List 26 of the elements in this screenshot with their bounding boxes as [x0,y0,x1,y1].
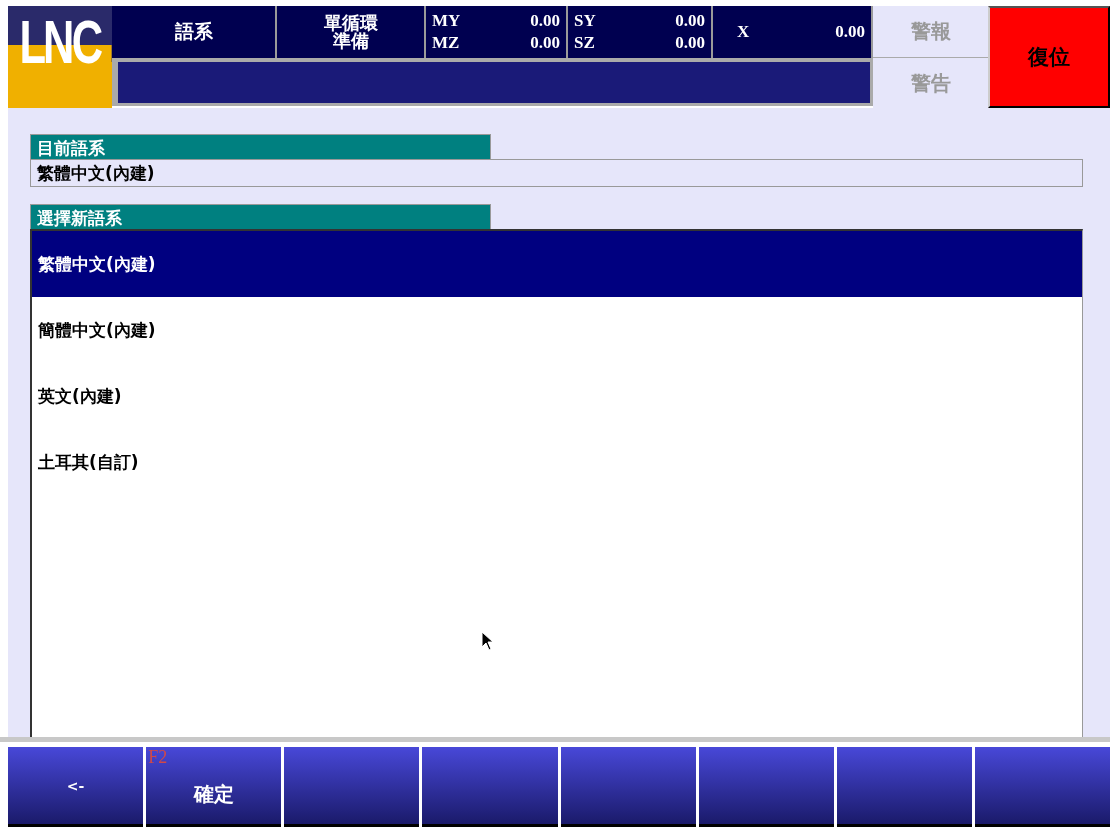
axis-label: MZ [432,32,460,54]
softkey[interactable]: <- [8,747,144,827]
section-header: 選擇新語系 [30,204,491,229]
softkey[interactable] [284,747,420,827]
section-header: 目前語系 [30,134,491,159]
softkey[interactable] [422,747,558,827]
softkey[interactable]: F2 確定 [146,747,282,827]
axis-value: 0.00 [675,32,705,54]
softkey[interactable] [560,747,696,827]
softkey[interactable] [698,747,834,827]
axis-label: MY [432,10,461,32]
axis-value: 0.00 [530,10,560,32]
warning-indicator: 警告 [909,70,952,96]
axis-label: SZ [574,32,595,54]
axis-value: 0.00 [675,10,705,32]
softkey[interactable] [974,747,1110,827]
reset-button[interactable]: 復位 [988,6,1110,108]
axis-value: 0.00 [835,21,865,43]
axis-label: SY [574,10,596,32]
mouse-pointer-icon [481,631,494,652]
axis-label: X [737,21,750,43]
current-language-field: 繁體中文(內建) [30,159,1083,187]
function-key-label: F2 [148,747,168,768]
language-item[interactable]: 繁體中文(內建) [32,231,1082,297]
axis-value: 0.00 [530,32,560,54]
softkey[interactable] [836,747,972,827]
